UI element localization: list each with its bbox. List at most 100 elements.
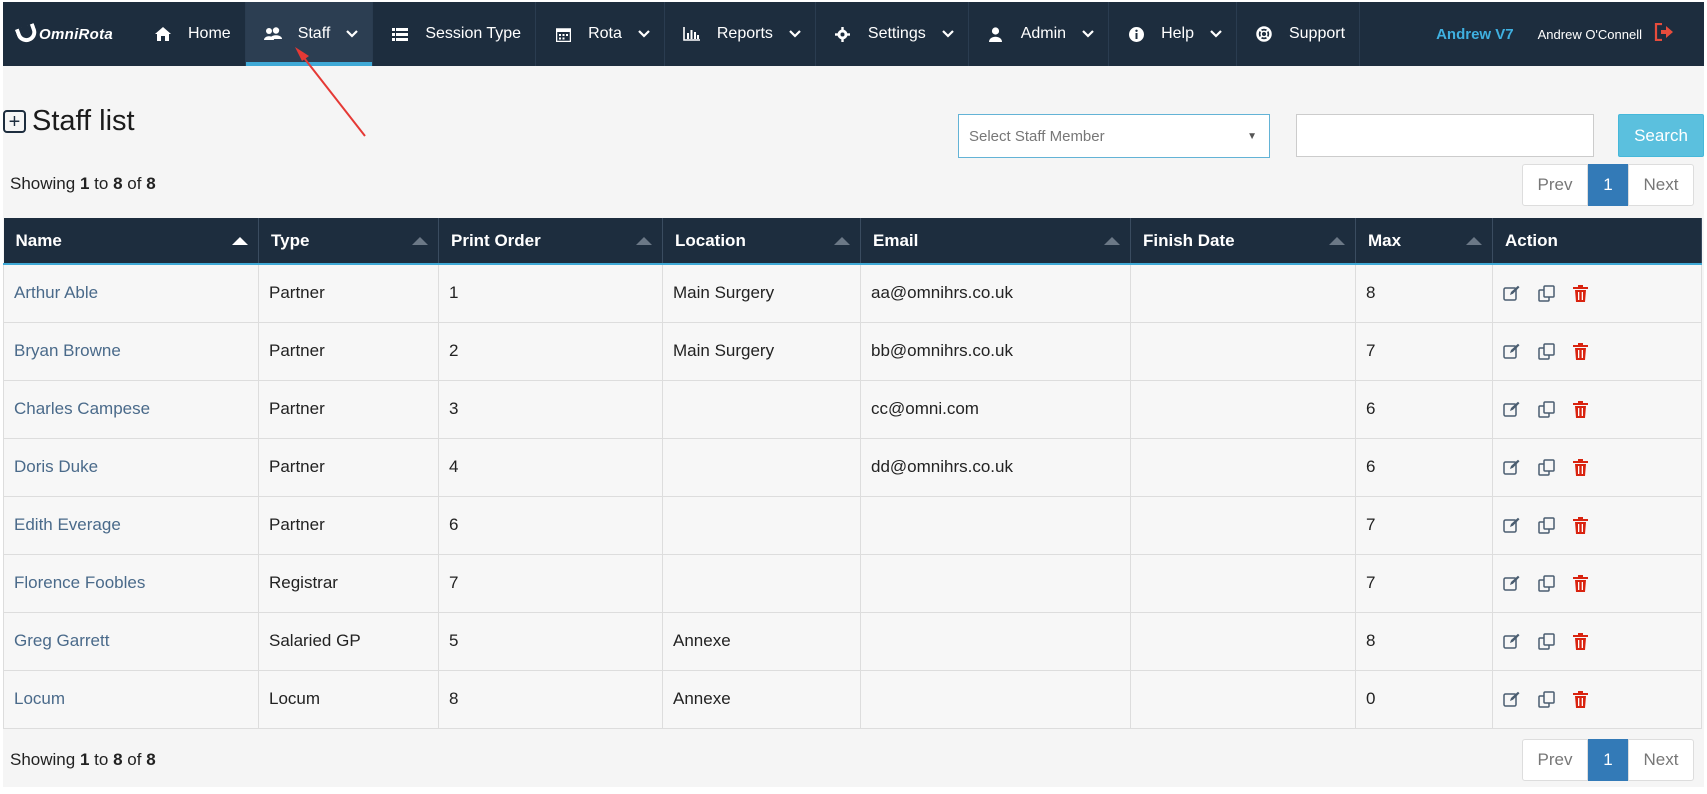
delete-icon[interactable]	[1573, 342, 1590, 360]
omnirota-logo-icon	[14, 23, 40, 45]
copy-icon[interactable]	[1538, 690, 1555, 708]
prev-page-button[interactable]: Prev	[1522, 164, 1588, 206]
copy-icon[interactable]	[1538, 285, 1555, 302]
nav-reports[interactable]: Reports	[665, 2, 816, 66]
edit-icon[interactable]	[1503, 691, 1520, 708]
delete-icon[interactable]	[1573, 284, 1590, 302]
cell-name[interactable]: Arthur Able	[3, 263, 259, 323]
nav-settings[interactable]: Settings	[816, 2, 969, 66]
bar-chart-icon	[683, 27, 701, 41]
chevron-down-icon	[1082, 27, 1094, 41]
showing-summary-bottom: Showing 1 to 8 of 8	[10, 750, 156, 770]
cell-email: aa@omnihrs.co.uk	[860, 263, 1131, 323]
cell-email	[860, 611, 1131, 671]
user-tag[interactable]: Andrew V7	[1436, 26, 1514, 43]
delete-icon[interactable]	[1573, 574, 1590, 592]
copy-icon[interactable]	[1538, 632, 1555, 650]
list-icon	[391, 27, 409, 41]
add-staff-icon[interactable]: +	[3, 110, 26, 133]
column-header-name[interactable]: Name	[3, 218, 259, 265]
table-row: Arthur Able Partner 1 Main Surgery aa@omnihr…	[3, 263, 1702, 323]
cell-name[interactable]: Greg Garrett	[3, 611, 259, 671]
search-button[interactable]: Search	[1618, 114, 1704, 157]
nav-session-type[interactable]: Session Type	[373, 2, 537, 66]
edit-icon[interactable]	[1503, 401, 1520, 418]
page-number-button[interactable]: 1	[1588, 164, 1628, 206]
cell-name[interactable]: Locum	[3, 669, 259, 729]
row-actions	[1503, 342, 1691, 360]
nav-support[interactable]: Support	[1237, 2, 1361, 66]
cell-print-order: 7	[438, 553, 663, 613]
row-actions	[1503, 284, 1691, 302]
user-name[interactable]: Andrew O'Connell	[1538, 27, 1642, 42]
user-area: Andrew V7 Andrew O'Connell	[1436, 2, 1704, 66]
delete-icon[interactable]	[1573, 516, 1590, 534]
nav-rota[interactable]: Rota	[536, 2, 665, 66]
cell-name[interactable]: Doris Duke	[3, 437, 259, 497]
copy-icon[interactable]	[1538, 400, 1555, 418]
chevron-down-icon	[789, 27, 801, 41]
logout-icon[interactable]	[1654, 22, 1674, 46]
delete-icon[interactable]	[1573, 400, 1590, 418]
search-input[interactable]	[1296, 114, 1594, 157]
users-icon	[263, 27, 282, 41]
edit-icon[interactable]	[1503, 517, 1520, 534]
copy-icon[interactable]	[1538, 574, 1555, 592]
table-header-row: Name Type Print Order Location Email Fin…	[3, 218, 1702, 265]
column-header-finish-date[interactable]: Finish Date	[1130, 218, 1356, 265]
edit-icon[interactable]	[1503, 343, 1520, 360]
column-header-max[interactable]: Max	[1355, 218, 1493, 265]
cell-name[interactable]: Florence Foobles	[3, 553, 259, 613]
showing-of-word: of	[127, 750, 142, 769]
column-header-type[interactable]: Type	[258, 218, 439, 265]
brand-logo[interactable]: OmniRota	[3, 2, 136, 66]
nav-rota-label: Rota	[588, 25, 622, 42]
nav-home[interactable]: Home	[136, 2, 246, 66]
delete-icon[interactable]	[1573, 690, 1590, 708]
showing-to: 8	[113, 174, 123, 193]
nav-help[interactable]: Help	[1109, 2, 1237, 66]
copy-icon[interactable]	[1538, 342, 1555, 360]
next-page-button[interactable]: Next	[1628, 164, 1694, 206]
cell-email	[860, 495, 1131, 555]
chevron-down-icon	[346, 27, 359, 41]
cell-max: 6	[1355, 379, 1493, 439]
lifebuoy-icon	[1255, 26, 1273, 42]
copy-icon[interactable]	[1538, 516, 1555, 534]
cell-name[interactable]: Bryan Browne	[3, 321, 259, 381]
nav-support-label: Support	[1288, 25, 1346, 42]
edit-icon[interactable]	[1503, 459, 1520, 476]
edit-icon[interactable]	[1503, 285, 1520, 302]
cell-print-order: 2	[438, 321, 663, 381]
annotation-arrow	[295, 47, 366, 137]
edit-icon[interactable]	[1503, 575, 1520, 592]
copy-icon[interactable]	[1538, 458, 1555, 476]
row-actions	[1503, 690, 1691, 708]
delete-icon[interactable]	[1573, 632, 1590, 650]
showing-word: Showing	[10, 750, 76, 769]
next-page-button[interactable]: Next	[1628, 739, 1694, 781]
column-header-print-order[interactable]: Print Order	[438, 218, 663, 265]
nav-admin[interactable]: Admin	[969, 2, 1110, 66]
nav-staff-label: Staff	[297, 25, 331, 42]
app-window: OmniRota Home Staff Session Type Rota Re…	[3, 2, 1704, 787]
edit-icon[interactable]	[1503, 633, 1520, 650]
cell-name[interactable]: Charles Campese	[3, 379, 259, 439]
column-header-location[interactable]: Location	[662, 218, 861, 265]
cell-location	[662, 495, 861, 555]
row-actions	[1503, 574, 1691, 592]
cell-max: 7	[1355, 495, 1493, 555]
cell-finish-date	[1130, 263, 1356, 323]
cell-email	[860, 669, 1131, 729]
column-label: Finish Date	[1143, 230, 1235, 250]
prev-page-button[interactable]: Prev	[1522, 739, 1588, 781]
row-actions	[1503, 516, 1691, 534]
page-number-button[interactable]: 1	[1588, 739, 1628, 781]
staff-member-select[interactable]: Select Staff Member ▼	[958, 114, 1270, 158]
sort-icon	[1104, 236, 1120, 245]
column-header-email[interactable]: Email	[860, 218, 1131, 265]
cell-name[interactable]: Edith Everage	[3, 495, 259, 555]
table-row: Locum Locum 8 Annexe 0	[3, 669, 1702, 729]
cell-print-order: 4	[438, 437, 663, 497]
delete-icon[interactable]	[1573, 458, 1590, 476]
